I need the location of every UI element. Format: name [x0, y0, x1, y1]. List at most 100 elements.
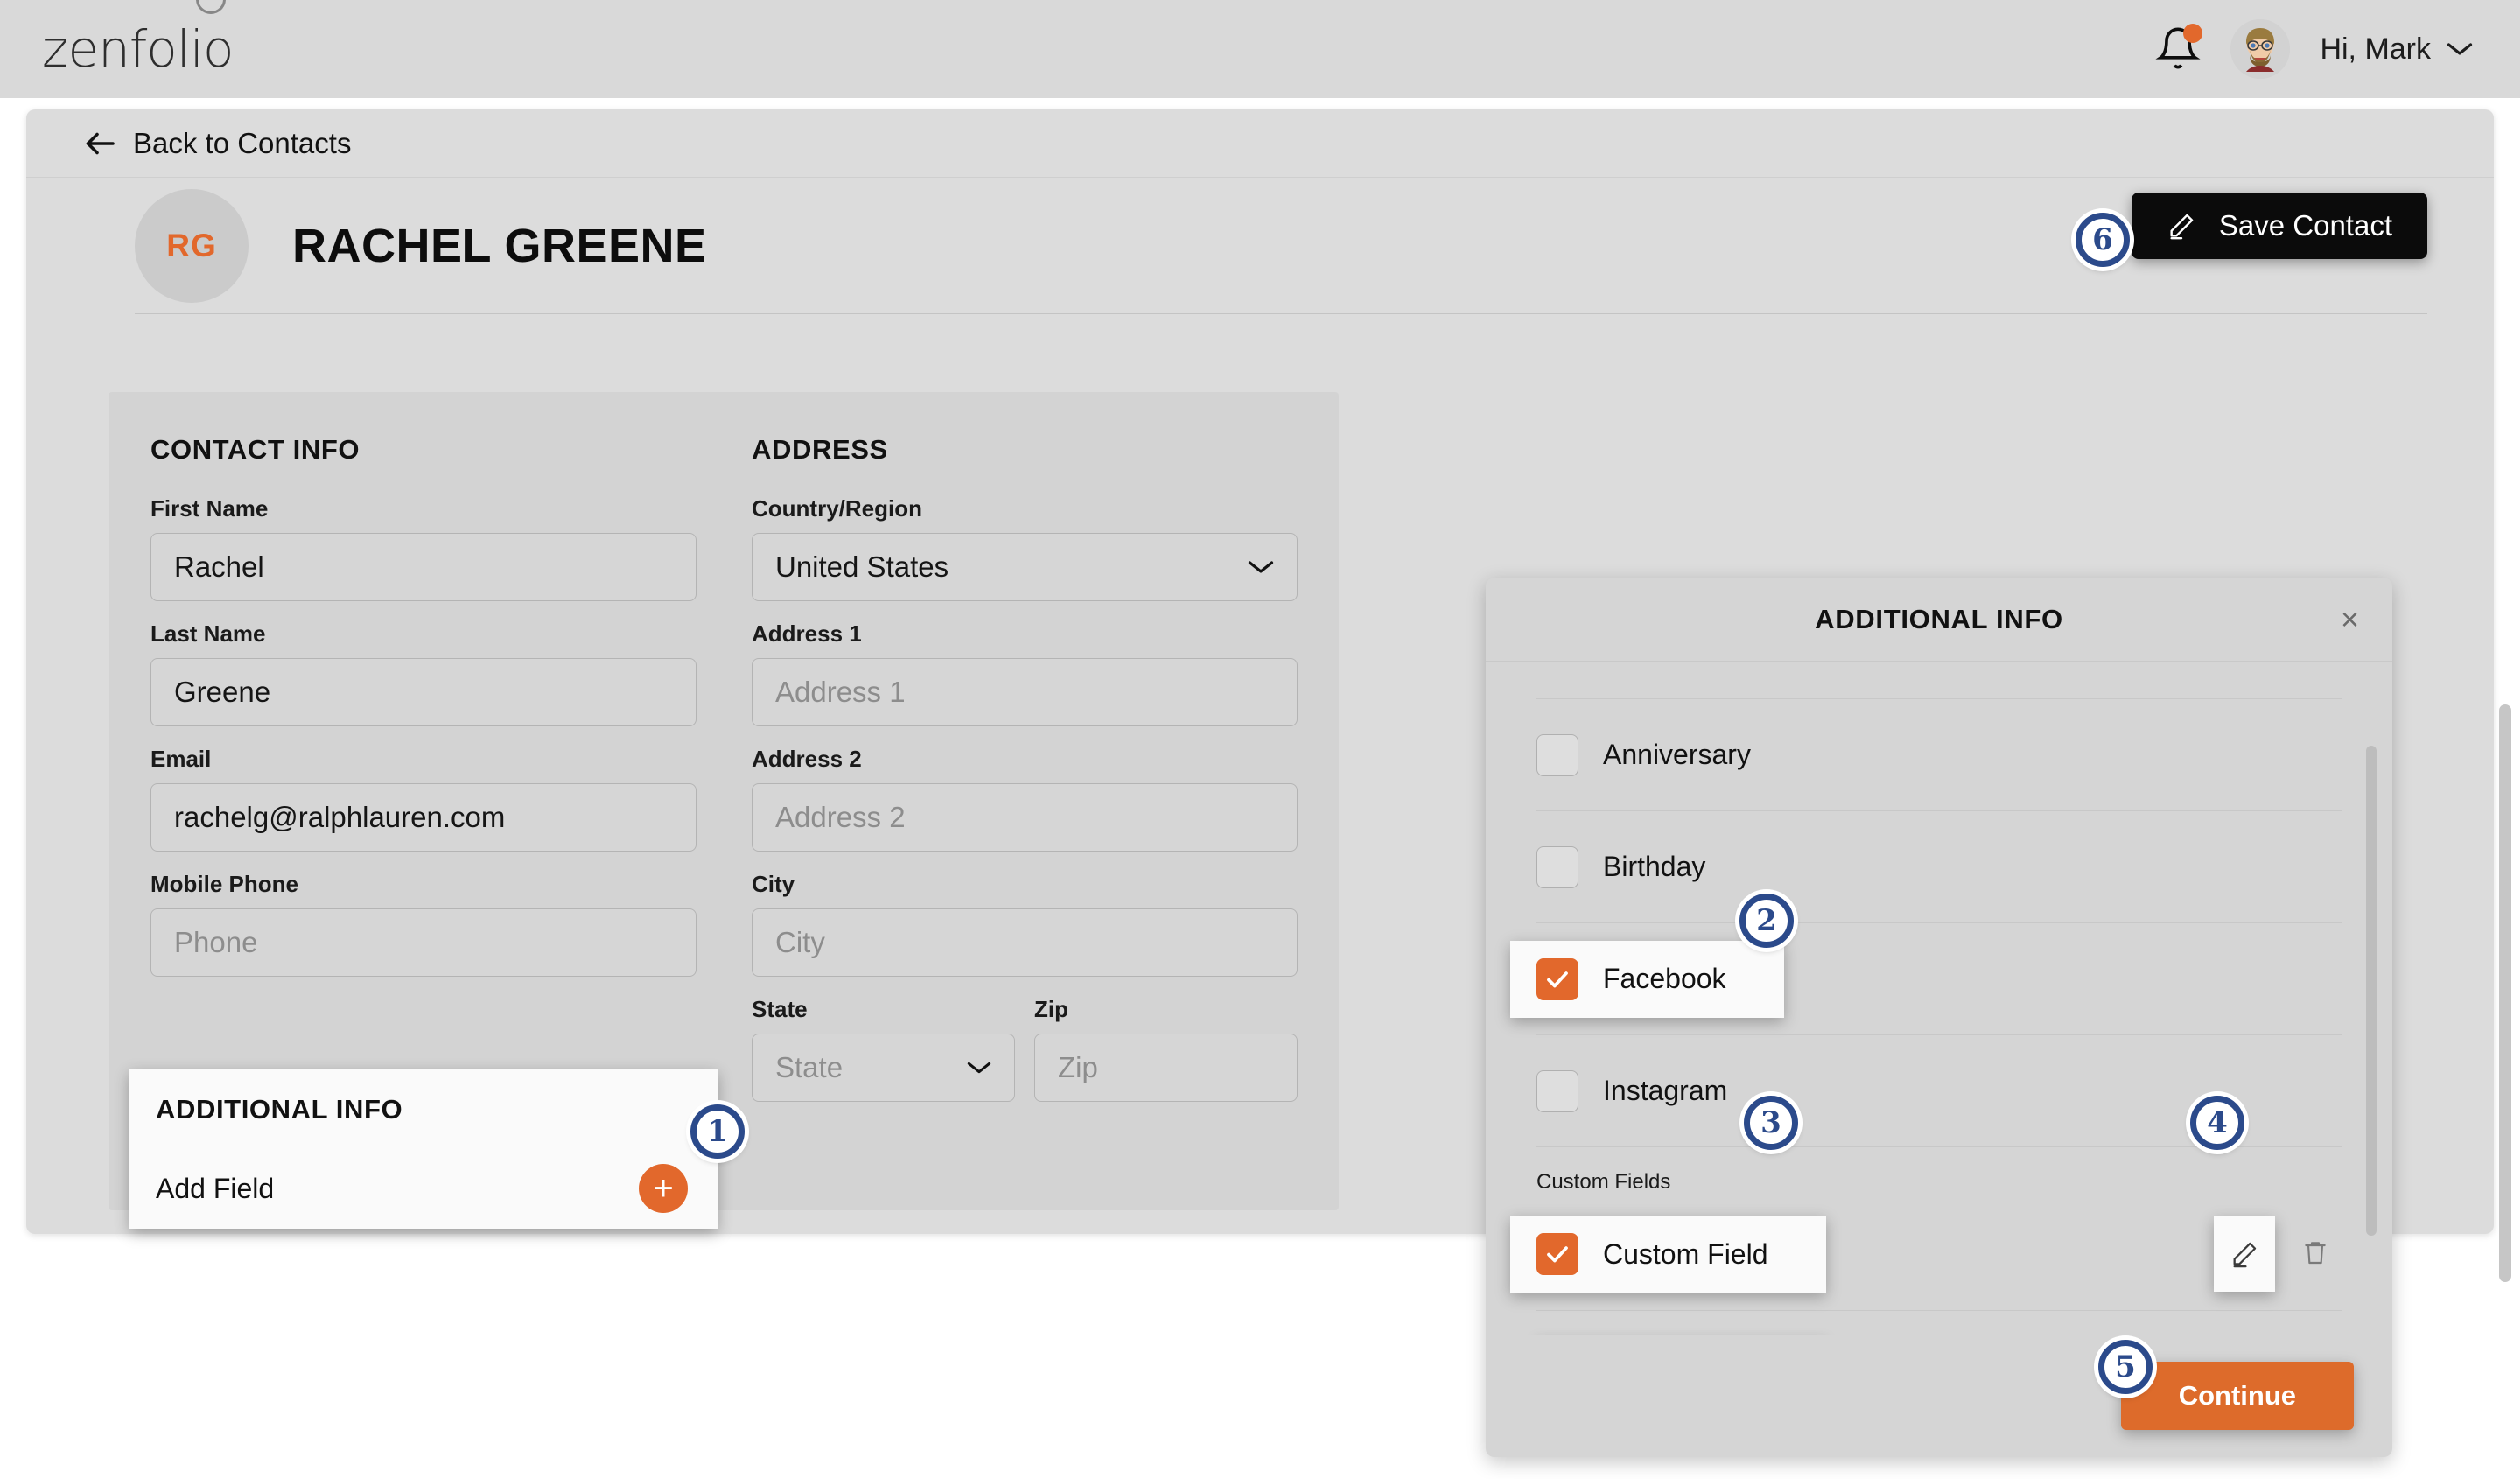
- additional-info-add-field-card: ADDITIONAL INFO Add Field +: [130, 1069, 718, 1229]
- field-group-last-name: Last Name Greene: [150, 620, 696, 726]
- field-group-zip: Zip Zip: [1034, 996, 1298, 1121]
- user-avatar-illustration: [2230, 19, 2291, 79]
- chevron-down-icon: [2446, 43, 2473, 55]
- state-zip-row: State State Zip Zip: [752, 996, 1298, 1121]
- logo-ring-decoration: [196, 0, 226, 14]
- mobile-phone-input[interactable]: Phone: [150, 908, 696, 977]
- address-2-label: Address 2: [752, 746, 862, 772]
- modal-footer: Continue: [1486, 1335, 2392, 1457]
- email-label: Email: [150, 746, 212, 772]
- contact-info-heading: CONTACT INFO: [150, 434, 360, 465]
- page-title: RACHEL GREENE: [292, 219, 707, 272]
- first-name-label: First Name: [150, 495, 269, 522]
- zip-input[interactable]: Zip: [1034, 1034, 1298, 1102]
- field-group-first-name: First Name Rachel: [150, 495, 696, 601]
- checkbox-facebook[interactable]: [1536, 957, 1578, 1000]
- add-field-label: Add Field: [156, 1172, 275, 1204]
- additional-info-modal: ADDITIONAL INFO × Anniversary Birthday F…: [1486, 578, 2392, 1457]
- continue-label: Continue: [2178, 1380, 2296, 1411]
- facebook-row-highlight[interactable]: Facebook: [1510, 940, 1784, 1018]
- custom-field-actions: [2214, 1216, 2342, 1292]
- list-item-label: Instagram: [1603, 1075, 1728, 1106]
- user-menu[interactable]: Hi, Mark: [2320, 32, 2473, 67]
- modal-scrollbar-track: [2366, 746, 2376, 1236]
- state-select-value: State: [775, 1051, 844, 1083]
- custom-field-row-highlight[interactable]: Custom Field: [1510, 1216, 1826, 1293]
- save-contact-button[interactable]: Save Contact: [2131, 193, 2427, 259]
- address-column: ADDRESS Country/Region United States Add…: [752, 392, 1298, 1121]
- list-item[interactable]: Birthday: [1536, 810, 2342, 922]
- city-label: City: [752, 871, 795, 897]
- check-icon: [1547, 1246, 1568, 1263]
- continue-button[interactable]: Continue: [2120, 1362, 2354, 1430]
- checkbox-instagram[interactable]: [1536, 1069, 1578, 1112]
- mobile-phone-label: Mobile Phone: [150, 871, 298, 897]
- field-group-email: Email rachelg@ralphlauren.com: [150, 746, 696, 852]
- contact-initials-text: RG: [166, 227, 217, 263]
- top-bar-right-group: Hi, Mark: [2155, 19, 2473, 79]
- checkbox-birthday[interactable]: [1536, 845, 1578, 888]
- add-field-card-heading: ADDITIONAL INFO: [156, 1094, 403, 1125]
- field-group-city: City City: [752, 871, 1298, 977]
- address-heading: ADDRESS: [752, 434, 888, 465]
- greeting-text: Hi, Mark: [2320, 32, 2431, 66]
- field-group-mobile-phone: Mobile Phone Phone: [150, 871, 696, 977]
- address-1-label: Address 1: [752, 620, 862, 647]
- checkbox-anniversary[interactable]: [1536, 733, 1578, 776]
- country-label: Country/Region: [752, 495, 922, 522]
- check-icon: [1547, 971, 1568, 987]
- modal-header: ADDITIONAL INFO ×: [1486, 578, 2392, 662]
- step-badge-1: 1: [690, 1104, 745, 1159]
- breadcrumb: Back to Contacts: [26, 109, 2494, 178]
- custom-fields-label: Custom Fields: [1536, 1170, 1671, 1194]
- state-select[interactable]: State: [752, 1034, 1015, 1102]
- list-item-label: Facebook: [1603, 963, 1726, 994]
- chevron-down-icon: [1248, 561, 1274, 573]
- list-item-label: Birthday: [1603, 851, 1706, 882]
- address-2-input[interactable]: Address 2: [752, 783, 1298, 852]
- field-group-state: State State: [752, 996, 1015, 1121]
- scrolled-content-spacer: [1536, 662, 2342, 698]
- contact-initials-avatar: RG: [135, 188, 248, 303]
- last-name-input[interactable]: Greene: [150, 658, 696, 726]
- step-badge-4: 4: [2190, 1096, 2244, 1150]
- list-item[interactable]: Anniversary: [1536, 698, 2342, 810]
- zip-label: Zip: [1034, 996, 1068, 1022]
- logo-text: zenfolio: [42, 19, 234, 79]
- back-to-contacts-link[interactable]: Back to Contacts: [84, 127, 351, 160]
- pencil-icon: [2233, 1242, 2257, 1268]
- field-group-address-1: Address 1 Address 1: [752, 620, 1298, 726]
- page-scrollbar-thumb[interactable]: [2499, 704, 2511, 1282]
- notifications-button[interactable]: [2155, 24, 2203, 74]
- custom-field-label: Custom Field: [1603, 1237, 1768, 1270]
- avatar[interactable]: [2230, 19, 2291, 79]
- country-select[interactable]: United States: [752, 533, 1298, 601]
- zenfolio-logo[interactable]: zenfolio: [42, 0, 234, 79]
- save-contact-label: Save Contact: [2218, 209, 2392, 242]
- edit-custom-field-button[interactable]: [2214, 1216, 2275, 1292]
- top-app-bar: zenfolio Hi, Mark: [0, 0, 2520, 98]
- save-contact-area: Save Contact: [2131, 193, 2427, 259]
- list-item-label: Anniversary: [1603, 739, 1751, 770]
- email-input[interactable]: rachelg@ralphlauren.com: [150, 783, 696, 852]
- custom-fields-section: Custom Fields Custom Field: [1510, 1146, 2342, 1335]
- plus-icon[interactable]: +: [639, 1164, 688, 1213]
- checkbox-custom-field[interactable]: [1536, 1233, 1578, 1275]
- first-name-input[interactable]: Rachel: [150, 533, 696, 601]
- step-badge-3: 3: [1744, 1096, 1798, 1150]
- custom-field-row: Custom Field: [1510, 1198, 2342, 1310]
- step-badge-5: 5: [2098, 1340, 2152, 1394]
- modal-title: ADDITIONAL INFO: [1815, 603, 2063, 634]
- list-item[interactable]: Facebook: [1510, 922, 2342, 1034]
- back-link-label: Back to Contacts: [133, 126, 352, 159]
- delete-custom-field-button[interactable]: [2301, 1238, 2329, 1271]
- add-field-row: Add Field +: [156, 1164, 691, 1213]
- last-name-label: Last Name: [150, 620, 266, 647]
- plus-glyph: +: [653, 1169, 674, 1208]
- arrow-left-icon: [86, 132, 115, 154]
- address-1-input[interactable]: Address 1: [752, 658, 1298, 726]
- city-input[interactable]: City: [752, 908, 1298, 977]
- modal-scrollbar-thumb[interactable]: [2366, 746, 2376, 1236]
- trash-icon: [2305, 1241, 2326, 1264]
- close-icon[interactable]: ×: [2341, 604, 2359, 635]
